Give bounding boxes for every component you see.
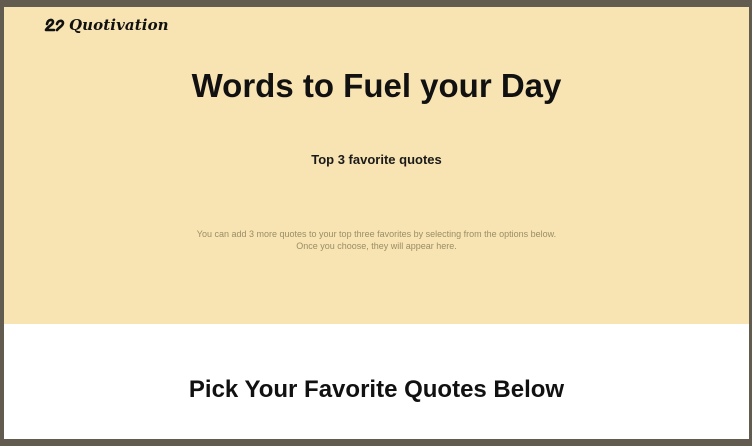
page-title: Words to Fuel your Day [191, 67, 562, 104]
favorites-note-line-2: Once you choose, they will appear here. [296, 241, 457, 251]
brand-logo-link[interactable]: Quotivation [44, 16, 169, 34]
favorites-note-line-1: You can add 3 more quotes to your top th… [196, 229, 557, 239]
hero-section: Quotivation Words to Fuel your Day Top 3… [4, 7, 749, 324]
quotation-mark-icon [44, 18, 65, 32]
picker-heading: Pick Your Favorite Quotes Below [188, 376, 565, 403]
favorites-empty-message: You can add 3 more quotes to your top th… [4, 228, 749, 252]
brand-name: Quotivation [69, 16, 169, 34]
favorites-heading: Top 3 favorite quotes [311, 152, 442, 167]
app-window: Quotivation Words to Fuel your Day Top 3… [4, 7, 749, 439]
